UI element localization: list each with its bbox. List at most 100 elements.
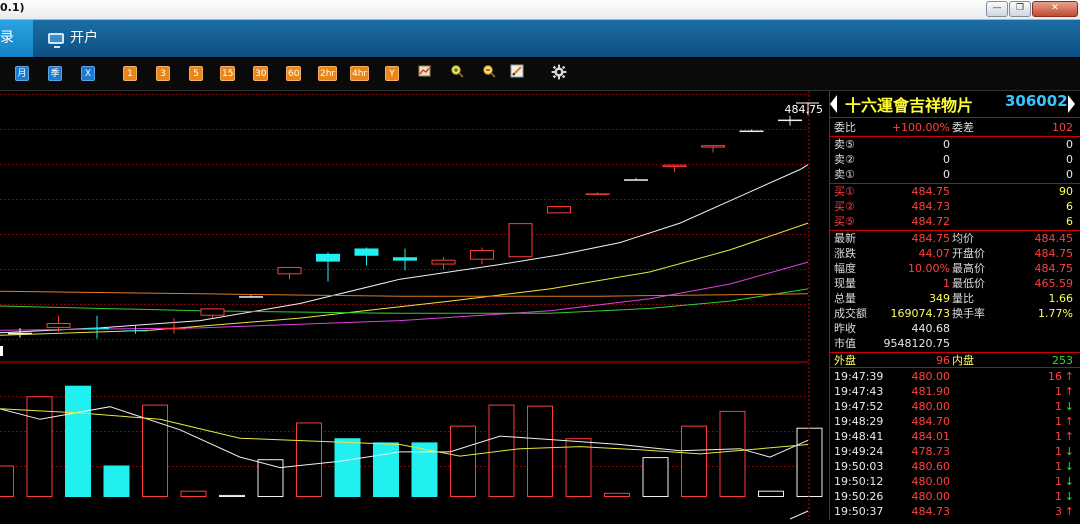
volume-bar xyxy=(180,490,207,498)
candle-body xyxy=(239,296,263,298)
tick-row: 19:50:03 480.60 1 ↓ xyxy=(830,459,1080,474)
stat-value: 9548120.75 xyxy=(883,337,950,350)
tick-price: 484.73 xyxy=(911,505,951,518)
stat-label: 市值 xyxy=(834,337,856,350)
weicha-label: 委差 xyxy=(952,121,974,134)
bid-price: 484.72 xyxy=(911,215,951,228)
candle-body xyxy=(624,179,648,181)
zoom-out-icon[interactable] xyxy=(481,64,497,79)
stat-row: 幅度 10.00% 最高价 484.75 xyxy=(830,261,1080,276)
volume-bar xyxy=(758,490,784,498)
stock-header: 十六運會吉祥物片 306002 xyxy=(830,91,1080,118)
ask-price: 0 xyxy=(943,138,950,151)
tick-vol: 1 xyxy=(1055,430,1062,443)
weibi-value: +100.00% xyxy=(891,121,950,134)
restore-button[interactable]: ❐ xyxy=(1009,1,1031,17)
stat-value: 10.00% xyxy=(908,262,950,275)
candle-body xyxy=(354,248,379,256)
next-stock-arrow-icon[interactable] xyxy=(1068,95,1075,113)
tick-row: 19:47:43 481.90 1 ↑ xyxy=(830,384,1080,399)
tick-row: 19:49:24 478.73 1 ↓ xyxy=(830,444,1080,459)
waipan-row: 外盘 96 内盘 253 xyxy=(830,353,1080,368)
price-marker-label: 484.75 xyxy=(785,103,824,116)
stat-value: 484.75 xyxy=(911,232,951,245)
tab-open-account[interactable]: 开户 xyxy=(48,20,98,57)
period-3-button[interactable]: 3 xyxy=(156,66,170,81)
tick-row: 19:47:39 480.00 16 ↑ xyxy=(830,369,1080,384)
tick-price: 484.01 xyxy=(911,430,951,443)
stat-label: 开盘价 xyxy=(952,247,985,260)
waipan-value: 96 xyxy=(936,354,950,367)
period-1-button[interactable]: 1 xyxy=(123,66,137,81)
ask-label: 卖① xyxy=(834,168,855,181)
minimize-button[interactable]: — xyxy=(986,1,1008,17)
volume-bar xyxy=(296,422,322,498)
stat-label: 涨跌 xyxy=(834,247,856,260)
tick-time: 19:50:03 xyxy=(834,460,884,473)
candle-body xyxy=(431,259,456,265)
stat-value: 484.75 xyxy=(1034,262,1074,275)
tick-direction-arrow-icon: ↑ xyxy=(1064,415,1074,428)
volume-bar xyxy=(681,425,707,498)
tick-vol: 1 xyxy=(1055,475,1062,488)
tick-price: 481.90 xyxy=(911,385,951,398)
tick-vol: 1 xyxy=(1055,490,1062,503)
candle-body xyxy=(508,223,533,258)
period-x-button[interactable]: X xyxy=(81,66,95,81)
stat-value: 1 xyxy=(943,277,950,290)
ask-vol: 0 xyxy=(1066,138,1073,151)
candle-body xyxy=(393,257,417,261)
candle-body xyxy=(778,119,802,122)
tick-time: 19:48:41 xyxy=(834,430,884,443)
settings-gear-icon[interactable] xyxy=(550,64,568,80)
period-5-button[interactable]: 5 xyxy=(189,66,203,81)
chart-toolbar: 月 季 X 1 3 5 15 30 60 2hr 4hr Y xyxy=(0,58,1080,91)
volume-bar xyxy=(373,442,399,497)
period-y-button[interactable]: Y xyxy=(385,66,399,81)
candle-body xyxy=(470,249,494,260)
prev-stock-arrow-icon[interactable] xyxy=(830,95,837,113)
ask-vol: 0 xyxy=(1066,168,1073,181)
tick-direction-arrow-icon: ↑ xyxy=(1064,430,1074,443)
tick-time: 19:48:29 xyxy=(834,415,884,428)
window-title-bar: 0.1) — ❐ ✕ xyxy=(0,0,1080,20)
period-month-button[interactable]: 月 xyxy=(15,66,29,81)
volume-bar xyxy=(796,427,823,498)
stat-row: 总量 349 量比 1.66 xyxy=(830,291,1080,306)
bid-price: 484.75 xyxy=(911,185,951,198)
tick-time: 19:47:43 xyxy=(834,385,884,398)
ask-row-2: 卖② 0 0 xyxy=(830,152,1080,167)
waipan-label: 外盘 xyxy=(834,354,856,367)
ask-price: 0 xyxy=(943,168,950,181)
tab-login[interactable]: 录 xyxy=(0,20,33,57)
weibi-label: 委比 xyxy=(834,121,856,134)
kline-chart-svg[interactable]: 484.75 xyxy=(0,91,828,520)
weibi-row: 委比 +100.00% 委差 102 xyxy=(830,120,1080,135)
draw-pen-icon[interactable] xyxy=(509,64,525,79)
period-4hr-button[interactable]: 4hr xyxy=(350,66,370,81)
bid-vol: 6 xyxy=(1066,200,1073,213)
candle-body xyxy=(8,332,32,335)
stat-label: 最新 xyxy=(834,232,856,245)
zoom-in-icon[interactable] xyxy=(449,64,465,79)
neipan-value: 253 xyxy=(1052,354,1073,367)
tick-price: 480.00 xyxy=(911,400,951,413)
stat-value: 1.66 xyxy=(1048,292,1074,305)
close-button[interactable]: ✕ xyxy=(1032,1,1078,17)
period-60-button[interactable]: 60 xyxy=(286,66,302,81)
period-30-button[interactable]: 30 xyxy=(253,66,269,81)
volume-bar xyxy=(0,465,14,497)
tick-direction-arrow-icon: ↑ xyxy=(1064,505,1074,518)
period-15-button[interactable]: 15 xyxy=(220,66,236,81)
kline-chart[interactable]: 484.75 xyxy=(0,91,828,520)
chart-edit-icon[interactable] xyxy=(417,64,433,79)
stat-row: 市值 9548120.75 xyxy=(830,336,1080,351)
tick-direction-arrow-icon: ↑ xyxy=(1064,385,1074,398)
period-season-button[interactable]: 季 xyxy=(48,66,62,81)
bid-label: 买⑤ xyxy=(834,215,855,228)
quote-panel: 十六運會吉祥物片 306002 委比 +100.00% 委差 102 卖⑤ 0 … xyxy=(829,91,1080,520)
tick-row: 19:50:12 480.00 1 ↓ xyxy=(830,474,1080,489)
tick-vol: 1 xyxy=(1055,445,1062,458)
period-2hr-button[interactable]: 2hr xyxy=(318,66,338,81)
weicha-value: 102 xyxy=(1052,121,1073,134)
